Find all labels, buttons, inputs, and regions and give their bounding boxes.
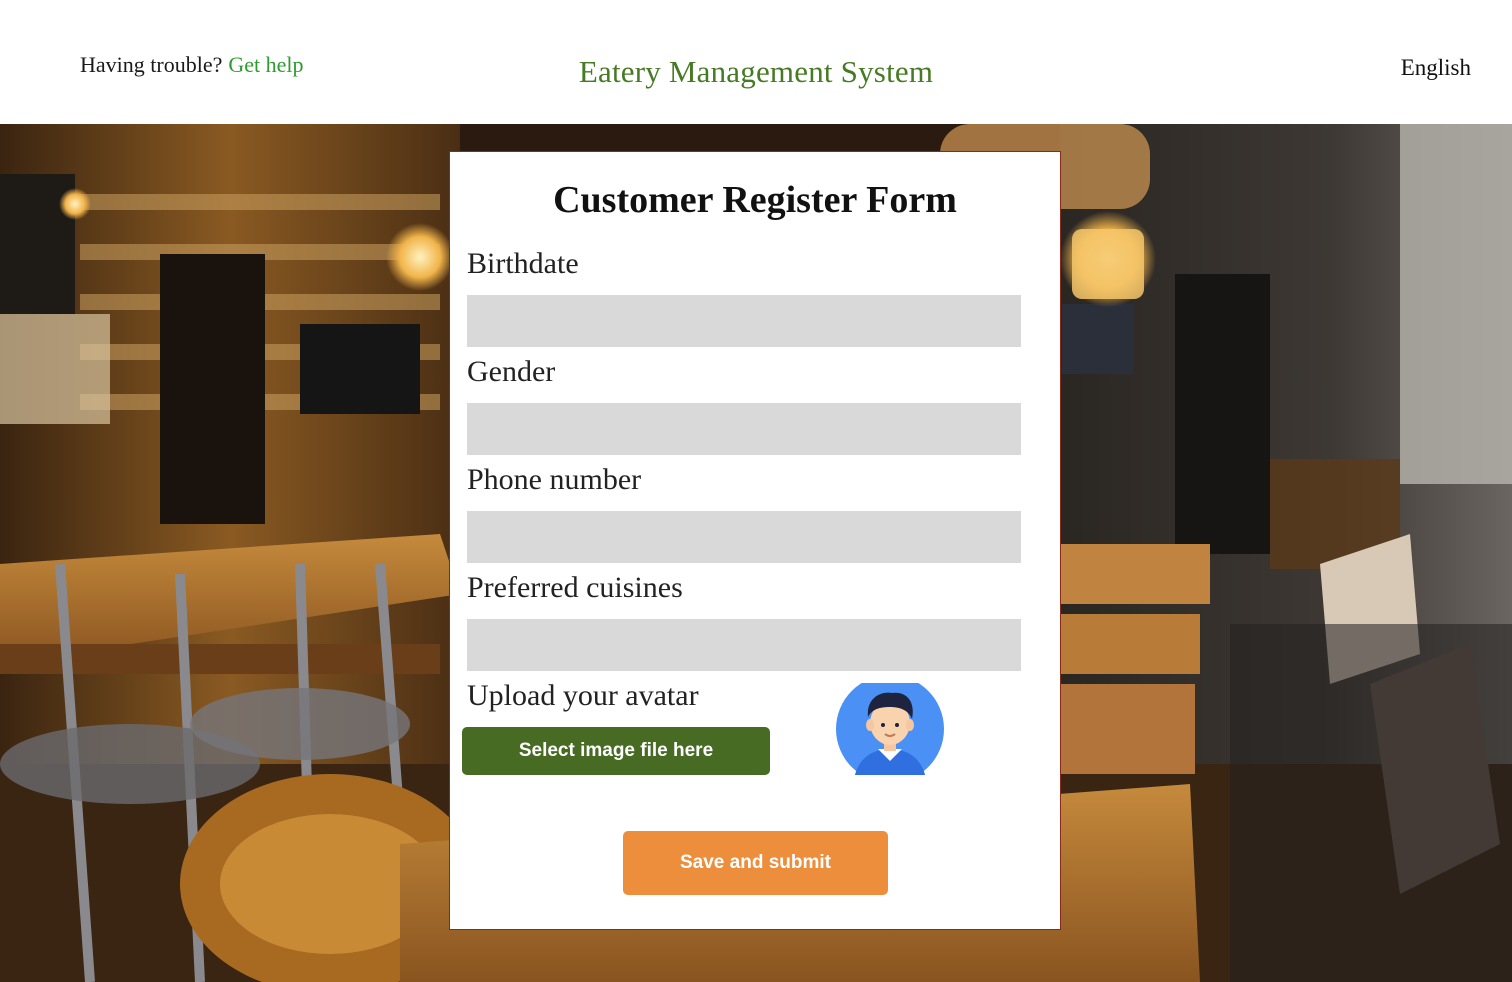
save-and-submit-button[interactable]: Save and submit (623, 831, 888, 895)
language-selector[interactable]: English (1401, 55, 1471, 81)
birthdate-input[interactable] (467, 295, 1021, 347)
birthdate-label: Birthdate (467, 247, 579, 280)
gender-label: Gender (467, 355, 556, 388)
select-image-button[interactable]: Select image file here (462, 727, 770, 775)
app-title: Eatery Management System (578, 54, 934, 89)
gender-input[interactable] (467, 403, 1021, 455)
person-avatar-icon (836, 683, 944, 775)
preferred-cuisines-label: Preferred cuisines (467, 571, 683, 604)
customer-register-form: Customer Register Form Birthdate Gender … (449, 151, 1061, 930)
preferred-cuisines-input[interactable] (467, 619, 1021, 671)
phone-number-label: Phone number (467, 463, 642, 496)
avatar-upload-label: Upload your avatar (467, 679, 699, 712)
form-title: Customer Register Form (553, 179, 957, 221)
phone-number-input[interactable] (467, 511, 1021, 563)
top-header: Having trouble? Get help Eatery Managemen… (0, 0, 1512, 124)
